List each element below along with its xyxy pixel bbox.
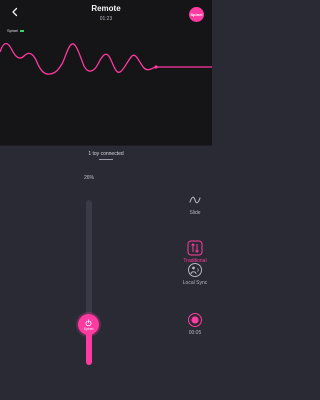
mode-local-sync-label: Local Sync: [182, 280, 208, 286]
page-title: Remote: [91, 4, 121, 13]
intensity-slider-knob[interactable]: Spinel: [78, 314, 99, 335]
intensity-waveform: [0, 42, 212, 75]
traditional-arrows-icon: [187, 240, 203, 256]
record-button[interactable]: 00:05: [178, 312, 212, 336]
waveform-current-point: [154, 65, 158, 69]
power-icon: [85, 318, 92, 326]
knob-label: Spinel: [83, 326, 94, 331]
slide-wave-icon: [187, 192, 203, 208]
session-timer: 01:23: [99, 16, 113, 22]
toy-avatar-button[interactable]: Spinel: [189, 7, 204, 22]
record-time-label: 00:05: [188, 330, 202, 336]
panel-divider: [0, 145, 212, 146]
mode-slide-button[interactable]: Slide: [178, 192, 212, 216]
mode-slide-label: Slide: [189, 210, 201, 216]
slider-percent: 26%: [83, 175, 94, 181]
connection-status: 1 toy connected: [88, 151, 124, 157]
waveform-line: [0, 42, 212, 75]
local-sync-person-icon: [187, 262, 203, 278]
drag-handle[interactable]: [99, 159, 113, 160]
record-icon: [187, 312, 203, 328]
mode-local-sync-button[interactable]: Local Sync: [178, 262, 212, 286]
mode-traditional-button[interactable]: Traditional: [178, 240, 212, 264]
